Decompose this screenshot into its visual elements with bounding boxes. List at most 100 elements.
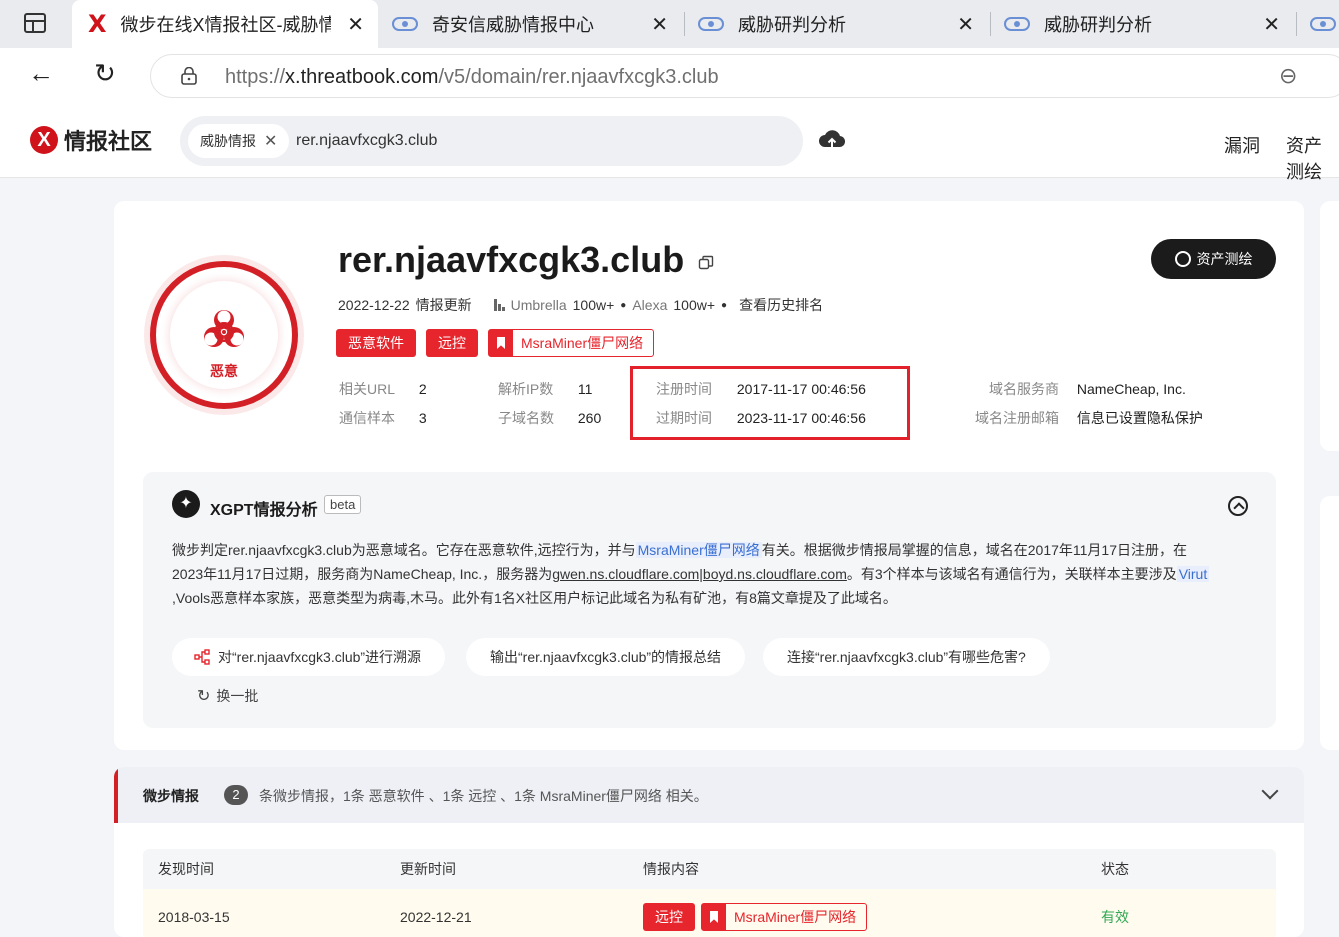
url-field[interactable]: https://x.threatbook.com/v5/domain/rer.n… xyxy=(150,54,1339,98)
tab-analysis-2[interactable]: 威胁研判分析 ✕ xyxy=(992,0,1294,48)
side-panel xyxy=(1320,201,1339,451)
info-resolve-ip: 解析IP数 11 xyxy=(498,379,592,399)
tag-family-label: MsraMiner僵尸网络 xyxy=(521,335,644,351)
tab-actions-icon[interactable] xyxy=(24,13,46,33)
xgpt-summary: 微步判定rer.njaavfxcgk3.club为恶意域名。它存在恶意软件,远控… xyxy=(172,538,1252,610)
close-tab-icon[interactable]: ✕ xyxy=(1263,12,1280,37)
summary-text: 有关。根据微步情报局掌握的信息，域名在2017年11月17日注册，在 xyxy=(761,542,1187,558)
header-content: 情报内容 xyxy=(643,861,699,877)
beta-badge: beta xyxy=(324,495,362,514)
table-row[interactable]: 2018-03-15 2022-12-21 远控 MsraMiner僵尸网络 有… xyxy=(143,889,1276,937)
tag-remote-control[interactable]: 远控 xyxy=(426,329,478,357)
separator-dot: ● xyxy=(721,299,728,311)
chevron-down-icon[interactable] xyxy=(1261,782,1279,800)
registrar-value: NameCheap, Inc. xyxy=(1076,381,1186,397)
info-reg-email: 域名注册邮箱 信息已设置隐私保护 xyxy=(954,408,1203,428)
question-summary-button[interactable]: 输出“rer.njaavfxcgk3.club”的情报总结 xyxy=(466,638,746,676)
tab-label: 奇安信威胁情报中心 xyxy=(432,15,594,35)
collapse-icon[interactable] xyxy=(1228,496,1248,516)
reg-email-label: 域名注册邮箱 xyxy=(975,410,1059,426)
biohazard-icon xyxy=(204,310,244,347)
reg-email-value: 信息已设置隐私保护 xyxy=(1076,410,1203,426)
table-header: 发现时间 更新时间 情报内容 状态 xyxy=(143,849,1276,889)
highlight-annotation-box xyxy=(630,366,910,440)
comm-sample-value[interactable]: 3 xyxy=(419,410,427,426)
subdomain-value[interactable]: 260 xyxy=(578,410,601,426)
nav-vulnerability[interactable]: 漏洞 xyxy=(1224,132,1260,158)
qianxin-favicon-icon xyxy=(698,17,724,31)
tab-overflow[interactable] xyxy=(1300,0,1339,48)
alexa-value: 100w+ xyxy=(673,297,716,313)
bookmark-icon xyxy=(489,330,513,356)
lock-icon[interactable] xyxy=(181,67,197,85)
tab-analysis-1[interactable]: 威胁研判分析 ✕ xyxy=(686,0,988,48)
summary-link-msraminer[interactable]: MsraMiner僵尸网络 xyxy=(635,542,762,558)
question-harm-button[interactable]: 连接“rer.njaavfxcgk3.club”有哪些危害? xyxy=(763,638,1050,676)
row-tag-family-label: MsraMiner僵尸网络 xyxy=(734,909,857,925)
threatbook-favicon-icon: X xyxy=(88,10,107,38)
info-registrar: 域名服务商 NameCheap, Inc. xyxy=(954,379,1186,399)
domain-title: rer.njaavfxcgk3.club xyxy=(338,239,685,280)
browser-tab-bar: X 微步在线X情报社区-威胁情 ✕ 奇安信威胁情报中心 ✕ 威胁研判分析 ✕ 威… xyxy=(0,0,1339,48)
xgpt-sparkle-icon: ✦ xyxy=(172,490,200,518)
row-tag-family[interactable]: MsraMiner僵尸网络 xyxy=(701,903,868,931)
related-url-value[interactable]: 2 xyxy=(419,381,427,397)
asset-mapping-button[interactable]: 资产测绘 xyxy=(1151,239,1276,279)
close-tab-icon[interactable]: ✕ xyxy=(957,12,974,37)
close-tab-icon[interactable]: ✕ xyxy=(347,12,364,37)
resolve-ip-value[interactable]: 11 xyxy=(578,381,593,397)
site-logo[interactable]: X 情报社区 xyxy=(30,124,152,156)
domain-meta: 2022-12-22 情报更新 Umbrella 100w+ ● Alexa 1… xyxy=(338,295,823,315)
copy-icon[interactable] xyxy=(698,255,714,271)
cell-content: 远控 MsraMiner僵尸网络 xyxy=(643,903,868,931)
summary-text: 2023年11月17日过期，服务商为NameCheap, Inc.，服务器为 xyxy=(172,566,553,582)
question-trace-button[interactable]: 对“rer.njaavfxcgk3.club”进行溯源 xyxy=(172,638,446,676)
verdict-badge: 恶意 xyxy=(144,255,304,415)
tab-qianxin[interactable]: 奇安信威胁情报中心 ✕ xyxy=(380,0,682,48)
intel-header[interactable]: 微步情报 2 条微步情报，1条 恶意软件 、1条 远控 、1条 MsraMine… xyxy=(114,767,1304,823)
tab-divider xyxy=(1296,12,1297,36)
search-input[interactable]: rer.njaavfxcgk3.club xyxy=(296,132,437,150)
summary-text: ,Vools恶意样本家族，恶意类型为病毒,木马。此外有1名X社区用户标记此域名为… xyxy=(172,590,897,606)
url-scheme: https:// xyxy=(225,66,286,88)
zoom-icon[interactable]: ⊖ xyxy=(1279,63,1297,89)
side-panel xyxy=(1320,496,1339,750)
domain-overview-card: 恶意 rer.njaavfxcgk3.club 2022-12-22 情报更新 … xyxy=(114,201,1304,750)
address-bar-row: ← ↻ https://x.threatbook.com/v5/domain/r… xyxy=(0,48,1339,104)
row-tag-remote-control[interactable]: 远控 xyxy=(643,903,695,931)
reload-icon[interactable]: ↻ xyxy=(94,58,116,89)
intel-description: 条微步情报，1条 恶意软件 、1条 远控 、1条 MsraMiner僵尸网络 相… xyxy=(259,788,708,804)
back-arrow-icon[interactable]: ← xyxy=(28,58,54,89)
question-label: 连接“rer.njaavfxcgk3.club”有哪些危害? xyxy=(787,649,1026,665)
threatbook-logo-icon: X xyxy=(30,126,58,154)
nav-asset-mapping[interactable]: 资产测绘 xyxy=(1286,132,1339,184)
umbrella-value: 100w+ xyxy=(572,297,615,313)
info-subdomain: 子域名数 260 xyxy=(498,408,601,428)
subdomain-label: 子域名数 xyxy=(498,410,554,426)
tab-threatbook[interactable]: X 微步在线X情报社区-威胁情 ✕ xyxy=(72,0,378,48)
site-header: X 情报社区 威胁情报 ✕ rer.njaavfxcgk3.club 漏洞 资产… xyxy=(0,104,1339,182)
summary-line-2: 2023年11月17日过期，服务商为NameCheap, Inc.，服务器为gw… xyxy=(172,562,1252,586)
update-date: 2022-12-22 xyxy=(338,297,410,313)
history-rank-link[interactable]: 查看历史排名 xyxy=(739,295,823,315)
info-related-url: 相关URL 2 xyxy=(339,379,427,399)
related-url-label: 相关URL xyxy=(339,381,396,397)
tag-family[interactable]: MsraMiner僵尸网络 xyxy=(488,329,655,357)
summary-link-virut[interactable]: Virut xyxy=(1176,566,1210,582)
upload-cloud-icon[interactable] xyxy=(818,126,846,154)
search-category-chip[interactable]: 威胁情报 ✕ xyxy=(188,124,290,158)
qianxin-favicon-icon xyxy=(392,17,418,31)
summary-link-nameservers[interactable]: gwen.ns.cloudflare.com|boyd.ns.cloudflar… xyxy=(552,566,847,582)
brand-name: 情报社区 xyxy=(64,129,153,154)
verdict-inner: 恶意 xyxy=(170,281,278,389)
tab-label: 微步在线X情报社区-威胁情 xyxy=(120,15,331,35)
url-path: /v5/domain/rer.njaavfxcgk3.club xyxy=(438,66,719,88)
remove-chip-icon[interactable]: ✕ xyxy=(264,131,277,151)
verdict-ring: 恶意 xyxy=(150,261,298,409)
search-bar[interactable]: 威胁情报 ✕ rer.njaavfxcgk3.club xyxy=(180,116,803,166)
close-tab-icon[interactable]: ✕ xyxy=(651,12,668,37)
refresh-questions-button[interactable]: ↻ 换一批 xyxy=(197,686,258,706)
url-text: https://x.threatbook.com/v5/domain/rer.n… xyxy=(225,66,719,89)
xgpt-panel: ✦ XGPT情报分析 beta 微步判定rer.njaavfxcgk3.club… xyxy=(143,472,1276,728)
tag-malware[interactable]: 恶意软件 xyxy=(336,329,416,357)
